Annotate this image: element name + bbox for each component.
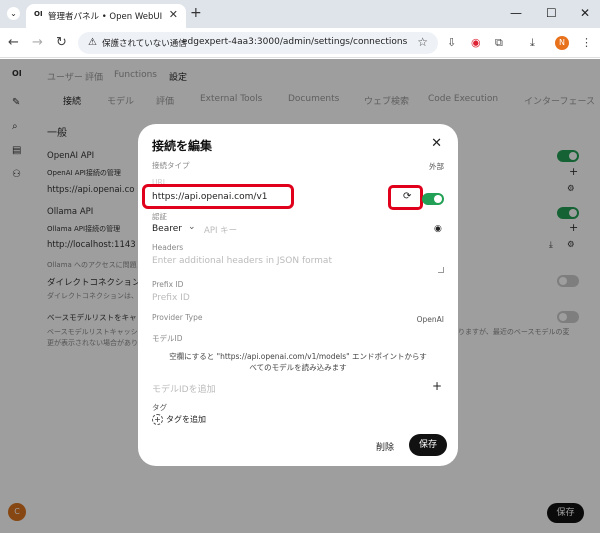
add-model-id-input[interactable]: モデルIDを追加 (152, 382, 216, 395)
provider-type-value[interactable]: OpenAI (417, 315, 444, 324)
model-ids-note-line-2: べてのモデルを読み込みます (249, 363, 347, 372)
maximize-icon[interactable]: ☐ (546, 6, 557, 20)
add-tag-label: タグを追加 (166, 415, 206, 424)
model-ids-note-line-1: 空欄にすると "https://api.openai.com/v1/models… (169, 352, 427, 361)
chevron-down-icon[interactable]: ⌄ (188, 222, 196, 232)
provider-type-label: Provider Type (152, 313, 203, 322)
refresh-icon[interactable]: ⟳ (403, 191, 411, 202)
model-ids-label: モデルID (152, 334, 183, 343)
close-icon[interactable]: ✕ (431, 136, 442, 151)
security-label[interactable]: 保護されていない通信 (102, 37, 187, 49)
connection-enable-toggle[interactable] (422, 193, 444, 205)
connection-type-value[interactable]: 外部 (429, 161, 444, 172)
edit-connection-modal: 接続を編集 ✕ 接続タイプ 外部 URL https://api.openai.… (138, 124, 458, 466)
new-tab-button[interactable]: + (190, 5, 202, 21)
download-page-icon[interactable]: ⇩ (447, 36, 456, 49)
address-text[interactable]: edgexpert-4aa3:3000/admin/settings/conne… (182, 37, 407, 47)
minimize-icon[interactable]: — (510, 6, 522, 20)
forward-icon[interactable]: → (32, 35, 43, 50)
plus-circle-icon: + (152, 414, 163, 425)
connection-type-label: 接続タイプ (152, 161, 190, 170)
extensions-puzzle-icon[interactable]: ⧉ (495, 36, 503, 50)
browser-tab[interactable]: OI 管理者パネル • Open WebUI ✕ (26, 4, 186, 28)
bookmark-star-icon[interactable]: ☆ (417, 35, 428, 49)
save-button[interactable]: 保存 (409, 434, 447, 456)
tab-search-icon[interactable]: ⌄ (7, 7, 20, 20)
auth-label: 認証 (152, 212, 167, 221)
auth-type-select[interactable]: Bearer (152, 224, 182, 234)
tab-close-icon[interactable]: ✕ (169, 8, 178, 21)
downloads-icon[interactable]: ⤓ (530, 36, 535, 50)
eye-icon[interactable]: ◉ (434, 224, 442, 234)
headers-label: Headers (152, 243, 184, 252)
headers-textarea[interactable]: Enter additional headers in JSON format (152, 256, 332, 266)
prefix-id-label: Prefix ID (152, 280, 184, 289)
delete-button[interactable]: 削除 (376, 440, 394, 453)
address-bar[interactable]: ⚠ 保護されていない通信 edgexpert-4aa3:3000/admin/s… (78, 32, 438, 54)
api-key-input[interactable]: API キー (204, 224, 237, 236)
browser-toolbar: ← → ↻ ⚠ 保護されていない通信 edgexpert-4aa3:3000/a… (0, 28, 600, 58)
reload-icon[interactable]: ↻ (56, 35, 67, 50)
profile-avatar[interactable]: N (555, 36, 569, 50)
add-model-plus-icon[interactable]: + (432, 379, 442, 393)
textarea-resize-handle[interactable] (438, 267, 444, 273)
window-close-icon[interactable]: ✕ (580, 6, 590, 20)
tab-favicon: OI (34, 10, 43, 18)
back-icon[interactable]: ← (8, 35, 19, 50)
prefix-id-input[interactable]: Prefix ID (152, 293, 190, 303)
extension-record-icon[interactable]: ◉ (471, 36, 481, 49)
browser-tabstrip: ⌄ OI 管理者パネル • Open WebUI ✕ + — ☐ ✕ (0, 0, 600, 28)
add-tag-button[interactable]: + タグを追加 (152, 414, 206, 425)
browser-menu-icon[interactable]: ⋮ (581, 36, 592, 49)
warning-icon[interactable]: ⚠ (88, 37, 97, 48)
tags-label: タグ (152, 403, 167, 412)
tab-title: 管理者パネル • Open WebUI (48, 12, 163, 22)
url-input[interactable]: https://api.openai.com/v1 (152, 192, 268, 202)
modal-title: 接続を編集 (152, 139, 213, 153)
